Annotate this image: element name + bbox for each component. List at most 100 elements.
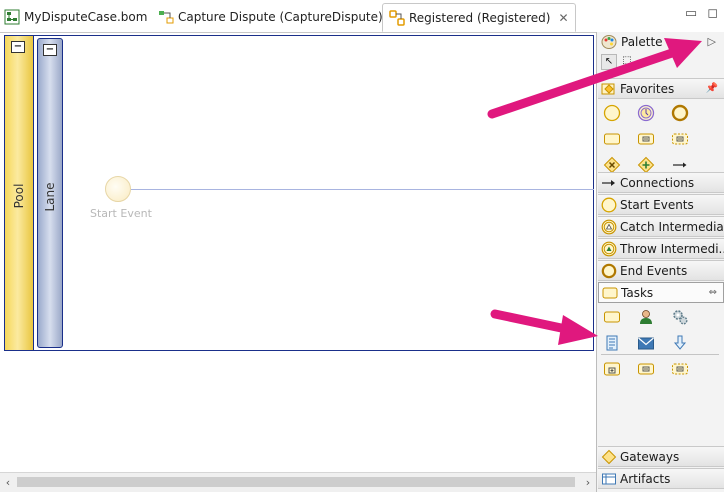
end-event-icon bbox=[601, 263, 617, 278]
select-tool-icon[interactable]: ↖ bbox=[601, 54, 617, 70]
tab-label: Capture Dispute (CaptureDispute) bbox=[178, 10, 383, 24]
start-event-shape[interactable] bbox=[105, 176, 131, 202]
drawer-label: Artifacts bbox=[620, 471, 671, 486]
palette-title: Palette bbox=[621, 35, 663, 49]
scroll-right-icon[interactable]: › bbox=[580, 474, 596, 491]
user-task-tool[interactable] bbox=[637, 308, 655, 326]
palette-panel: Palette ▷ ↖ ⬚ Favorites 📌 Connections St… bbox=[596, 32, 724, 492]
reusable-subprocess-icon bbox=[672, 133, 688, 145]
task-tool[interactable] bbox=[603, 130, 621, 148]
tab-label: Registered (Registered) bbox=[409, 10, 551, 25]
close-tab-icon[interactable]: ✕ bbox=[558, 11, 568, 25]
tab-capture-dispute[interactable]: Capture Dispute (CaptureDispute) bbox=[158, 3, 383, 31]
gears-icon bbox=[673, 310, 688, 325]
tab-label: MyDisputeCase.bom bbox=[24, 10, 148, 24]
tab-mydisputecase-bom[interactable]: MyDisputeCase.bom bbox=[4, 3, 147, 31]
throw-intermediate-icon bbox=[601, 241, 617, 256]
catch-intermediate-icon bbox=[601, 219, 617, 234]
tasks-separator bbox=[601, 354, 719, 355]
reusable-subprocess-tool[interactable] bbox=[671, 360, 689, 378]
process-icon bbox=[159, 11, 174, 24]
drawer-end-events[interactable]: End Events bbox=[598, 260, 724, 281]
lane-header[interactable]: − Lane bbox=[37, 38, 63, 348]
maximize-icon[interactable]: ◻ bbox=[707, 6, 718, 21]
pool-header[interactable]: − Pool bbox=[5, 36, 34, 350]
palette-tools: ↖ ⬚ bbox=[601, 54, 635, 72]
task-tool[interactable] bbox=[603, 308, 621, 326]
drawer-label: Favorites bbox=[620, 81, 675, 96]
scroll-left-icon[interactable]: ‹ bbox=[0, 474, 16, 491]
intermediate-event-icon bbox=[637, 104, 655, 122]
favorites-icon bbox=[601, 83, 615, 94]
favorites-grid bbox=[603, 104, 705, 174]
drawer-expand-icon[interactable]: ⇔ bbox=[709, 287, 717, 298]
bom-model-icon bbox=[4, 9, 20, 25]
palette-header[interactable]: Palette ▷ bbox=[597, 32, 724, 52]
service-task-tool[interactable] bbox=[671, 308, 689, 326]
drawer-start-events[interactable]: Start Events bbox=[598, 194, 724, 215]
drawer-label: Throw Intermedi... bbox=[620, 241, 724, 256]
tasks-grid bbox=[603, 308, 705, 352]
drawer-artifacts[interactable]: Artifacts bbox=[598, 468, 724, 489]
script-icon bbox=[606, 335, 618, 351]
drawer-label: Tasks bbox=[621, 285, 654, 300]
start-event-icon bbox=[603, 104, 621, 122]
script-task-tool[interactable] bbox=[603, 334, 621, 352]
pool-collapse-button[interactable]: − bbox=[11, 41, 25, 53]
subprocess-tool[interactable] bbox=[637, 360, 655, 378]
drawer-connections[interactable]: Connections bbox=[598, 172, 724, 193]
embedded-subprocess-tool[interactable] bbox=[603, 360, 621, 378]
reusable-subprocess-tool[interactable] bbox=[671, 130, 689, 148]
drawer-catch-intermediate[interactable]: Catch Intermedia... bbox=[598, 216, 724, 237]
drawer-label: Start Events bbox=[620, 197, 694, 212]
marquee-tool-icon[interactable]: ⬚ bbox=[619, 54, 635, 70]
subprocess-icon bbox=[604, 362, 620, 376]
intermediate-event-tool[interactable] bbox=[637, 104, 655, 122]
reusable-subprocess-icon bbox=[672, 363, 688, 375]
envelope-icon bbox=[638, 337, 654, 350]
window-controls: ▭ ◻ bbox=[685, 6, 718, 21]
drawer-gateways[interactable]: Gateways bbox=[598, 446, 724, 467]
process-diagram-canvas[interactable]: − Pool − Lane Start Event bbox=[0, 33, 595, 471]
sequence-flow[interactable] bbox=[131, 189, 594, 190]
palette-icon bbox=[601, 35, 617, 49]
end-event-icon bbox=[671, 104, 689, 122]
pin-icon[interactable]: 📌 bbox=[706, 83, 718, 94]
end-event-tool[interactable] bbox=[671, 104, 689, 122]
drawer-throw-intermediate[interactable]: Throw Intermedi... bbox=[598, 238, 724, 259]
lane-label: Lane bbox=[43, 182, 57, 212]
process-icon bbox=[389, 9, 405, 26]
receive-arrow-icon bbox=[673, 335, 687, 350]
pool[interactable]: − Pool − Lane bbox=[4, 35, 594, 351]
connection-arrow-icon bbox=[602, 179, 615, 186]
subprocess-icon bbox=[638, 133, 654, 145]
hide-palette-icon[interactable]: ▷ bbox=[708, 35, 716, 48]
start-event-label: Start Event bbox=[90, 207, 152, 220]
drawer-tasks[interactable]: Tasks ⇔ bbox=[598, 282, 724, 303]
user-icon bbox=[640, 310, 652, 324]
lane-collapse-button[interactable]: − bbox=[43, 44, 57, 56]
minimize-icon[interactable]: ▭ bbox=[685, 6, 697, 21]
embedded-subprocess-tool[interactable] bbox=[637, 130, 655, 148]
drawer-label: End Events bbox=[620, 263, 688, 278]
start-event-icon bbox=[601, 197, 617, 212]
drawer-favorites[interactable]: Favorites 📌 bbox=[598, 78, 724, 99]
drawer-label: Connections bbox=[620, 175, 695, 190]
editor-tab-bar: MyDisputeCase.bom Capture Dispute (Captu… bbox=[0, 0, 724, 33]
gateway-icon bbox=[601, 449, 617, 464]
subprocess-grid bbox=[603, 360, 705, 378]
subprocess-icon bbox=[638, 363, 654, 375]
task-icon bbox=[604, 311, 620, 323]
horizontal-scrollbar[interactable]: ‹ › bbox=[0, 472, 596, 492]
scrollbar-thumb[interactable] bbox=[17, 477, 575, 487]
task-icon bbox=[602, 287, 618, 298]
tab-registered[interactable]: Registered (Registered) ✕ bbox=[382, 3, 576, 32]
receive-task-tool[interactable] bbox=[671, 334, 689, 352]
start-event-tool[interactable] bbox=[603, 104, 621, 122]
drawer-label: Catch Intermedia... bbox=[620, 219, 724, 234]
pool-label: Pool bbox=[12, 183, 26, 209]
task-icon bbox=[604, 133, 620, 145]
drawer-label: Gateways bbox=[620, 449, 680, 464]
send-task-tool[interactable] bbox=[637, 334, 655, 352]
artifact-icon bbox=[602, 473, 616, 484]
